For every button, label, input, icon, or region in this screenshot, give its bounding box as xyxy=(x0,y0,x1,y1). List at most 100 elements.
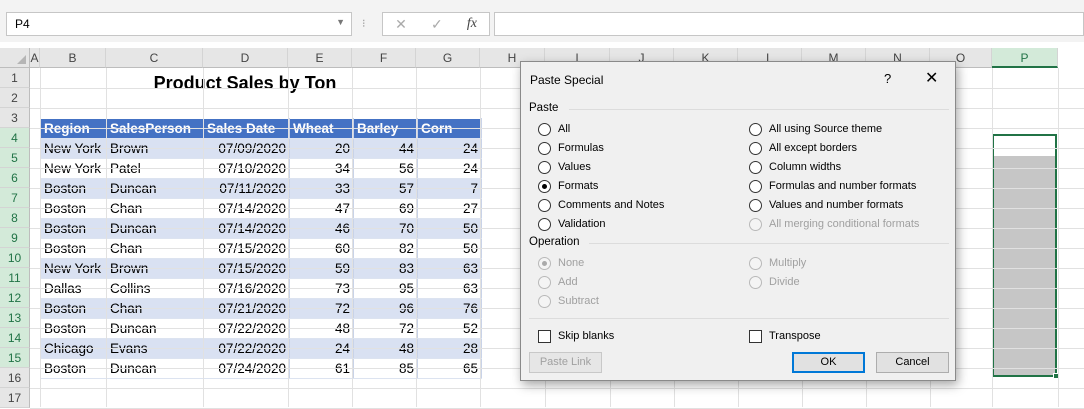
chevron-down-icon[interactable]: ▼ xyxy=(336,17,345,27)
radio-button[interactable] xyxy=(538,198,551,212)
radio-button[interactable] xyxy=(538,179,551,193)
radio-validation[interactable]: Validation xyxy=(538,216,606,232)
row-header-9[interactable]: 9 xyxy=(0,228,30,248)
row-header-16[interactable]: 16 xyxy=(0,368,30,388)
radio-comments-and-notes[interactable]: Comments and Notes xyxy=(538,197,664,213)
radio-label: Add xyxy=(558,276,578,288)
column-header-b[interactable]: B xyxy=(40,48,106,68)
radio-label: Validation xyxy=(558,218,606,230)
name-box-value: P4 xyxy=(15,17,30,31)
radio-add: Add xyxy=(538,274,578,290)
insert-function-icon[interactable]: fx xyxy=(467,16,477,32)
formula-input[interactable] xyxy=(494,12,1084,36)
ok-button[interactable]: OK xyxy=(792,352,865,373)
radio-button[interactable] xyxy=(749,122,762,136)
operation-section-label: Operation xyxy=(529,236,580,248)
radio-button[interactable] xyxy=(538,217,551,231)
column-header-a[interactable]: A xyxy=(30,48,40,68)
gridline xyxy=(203,68,204,407)
enter-icon[interactable]: ✓ xyxy=(431,16,443,33)
checkbox-box[interactable] xyxy=(749,329,762,343)
radio-label: None xyxy=(558,257,585,269)
radio-values-and-number-formats[interactable]: Values and number formats xyxy=(749,197,903,213)
radio-button xyxy=(749,256,762,270)
row-header-2[interactable]: 2 xyxy=(0,88,30,108)
radio-formulas-and-number-formats[interactable]: Formulas and number formats xyxy=(749,178,916,194)
checkbox-box[interactable] xyxy=(538,329,551,343)
radio-button[interactable] xyxy=(749,179,762,193)
formula-bar: P4 ▼ ⁝ ✕ ✓ fx xyxy=(0,0,1084,42)
radio-button[interactable] xyxy=(749,141,762,155)
sheet-title[interactable]: Product Sales by Ton xyxy=(40,68,450,98)
radio-button[interactable] xyxy=(538,160,551,174)
column-header-e[interactable]: E xyxy=(288,48,352,68)
column-header-f[interactable]: F xyxy=(352,48,416,68)
radio-button xyxy=(538,294,551,308)
row-header-4[interactable]: 4 xyxy=(0,128,30,148)
column-header-d[interactable]: D xyxy=(203,48,288,68)
column-header-c[interactable]: C xyxy=(106,48,203,68)
row-header-8[interactable]: 8 xyxy=(0,208,30,228)
radio-label: All merging conditional formats xyxy=(769,218,920,230)
name-box[interactable]: P4 ▼ xyxy=(6,12,352,36)
radio-label: Divide xyxy=(769,276,800,288)
gridline xyxy=(40,68,41,407)
row-header-14[interactable]: 14 xyxy=(0,328,30,348)
gridline xyxy=(480,68,481,407)
radio-button[interactable] xyxy=(538,141,551,155)
radio-multiply: Multiply xyxy=(749,255,806,271)
row-header-3[interactable]: 3 xyxy=(0,108,30,128)
radio-label: Multiply xyxy=(769,257,807,269)
gridline xyxy=(288,68,289,407)
select-all-corner[interactable] xyxy=(0,48,30,68)
row-header-7[interactable]: 7 xyxy=(0,188,30,208)
radio-subtract: Subtract xyxy=(538,293,599,309)
row-header-12[interactable]: 12 xyxy=(0,288,30,308)
close-icon[interactable]: ✕ xyxy=(925,68,938,88)
row-header-13[interactable]: 13 xyxy=(0,308,30,328)
radio-values[interactable]: Values xyxy=(538,159,591,175)
radio-column-widths[interactable]: Column widths xyxy=(749,159,841,175)
help-icon[interactable]: ? xyxy=(884,71,891,86)
radio-all-except-borders[interactable]: All except borders xyxy=(749,140,857,156)
radio-button[interactable] xyxy=(538,122,551,136)
row-header-17[interactable]: 17 xyxy=(0,388,30,408)
radio-formulas[interactable]: Formulas xyxy=(538,140,604,156)
transpose-label: Transpose xyxy=(769,330,821,342)
row-header-6[interactable]: 6 xyxy=(0,168,30,188)
column-header-p[interactable]: P xyxy=(992,48,1058,68)
radio-button xyxy=(749,217,762,231)
row-header-11[interactable]: 11 xyxy=(0,268,30,288)
row-header-1[interactable]: 1 xyxy=(0,68,30,88)
paste-link-button[interactable]: Paste Link xyxy=(529,352,602,373)
radio-label: All using Source theme xyxy=(769,123,883,135)
gridline xyxy=(352,68,353,407)
skip-blanks-label: Skip blanks xyxy=(558,330,615,342)
column-header-g[interactable]: G xyxy=(416,48,480,68)
radio-button xyxy=(538,256,551,270)
radio-label: All except borders xyxy=(769,142,858,154)
gridline xyxy=(106,68,107,407)
selected-range-p4-p15[interactable] xyxy=(992,134,1059,379)
radio-formats[interactable]: Formats xyxy=(538,178,598,194)
row-header-15[interactable]: 15 xyxy=(0,348,30,368)
row-header-5[interactable]: 5 xyxy=(0,148,30,168)
radio-label: Values and number formats xyxy=(769,199,904,211)
radio-all-using-source-theme[interactable]: All using Source theme xyxy=(749,121,882,137)
radio-button[interactable] xyxy=(749,198,762,212)
radio-label: Comments and Notes xyxy=(558,199,665,211)
row-header-10[interactable]: 10 xyxy=(0,248,30,268)
gridline xyxy=(992,68,993,407)
gridline xyxy=(30,388,1084,389)
formula-buttons: ✕ ✓ fx xyxy=(382,12,490,36)
cancel-button[interactable]: Cancel xyxy=(876,352,949,373)
cancel-icon[interactable]: ✕ xyxy=(395,16,407,33)
skip-blanks-checkbox[interactable]: Skip blanks xyxy=(538,328,614,344)
radio-all[interactable]: All xyxy=(538,121,570,137)
radio-none: None xyxy=(538,255,584,271)
radio-button[interactable] xyxy=(749,160,762,174)
transpose-checkbox[interactable]: Transpose xyxy=(749,328,821,344)
divider xyxy=(569,109,949,110)
radio-button xyxy=(749,275,762,289)
paste-special-dialog: Paste Special ? ✕ Paste All Formulas Value… xyxy=(520,61,956,381)
